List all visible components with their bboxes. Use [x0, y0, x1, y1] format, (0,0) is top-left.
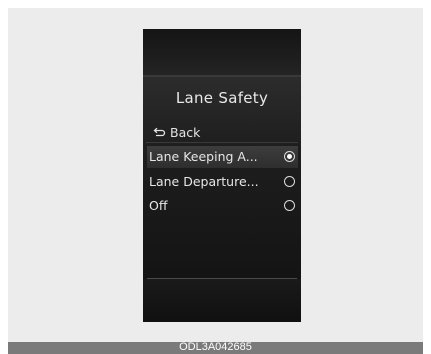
menu-title: Lane Safety: [175, 89, 269, 107]
bottom-status-area: [143, 279, 301, 322]
option-label: Off: [149, 198, 168, 213]
instrument-cluster-display: Lane Safety Back Lane Keeping A... Lane …: [143, 29, 301, 322]
option-lane-keeping-assist[interactable]: Lane Keeping A...: [147, 146, 298, 168]
back-button[interactable]: Back: [152, 123, 200, 141]
back-label: Back: [170, 124, 201, 140]
radio-unselected-icon: [284, 200, 295, 211]
option-label: Lane Keeping A...: [149, 149, 258, 164]
radio-selected-icon: [284, 151, 295, 162]
option-off[interactable]: Off: [147, 195, 298, 217]
option-label: Lane Departure...: [149, 174, 259, 189]
top-status-area: [143, 29, 301, 75]
option-lane-departure-warning[interactable]: Lane Departure...: [147, 171, 298, 193]
figure-code: ODL3A042685: [179, 341, 252, 353]
figure-caption-bar: ODL3A042685: [8, 341, 423, 354]
radio-unselected-icon: [284, 176, 295, 187]
menu-divider: [146, 142, 298, 143]
return-arrow-icon: [153, 127, 166, 137]
